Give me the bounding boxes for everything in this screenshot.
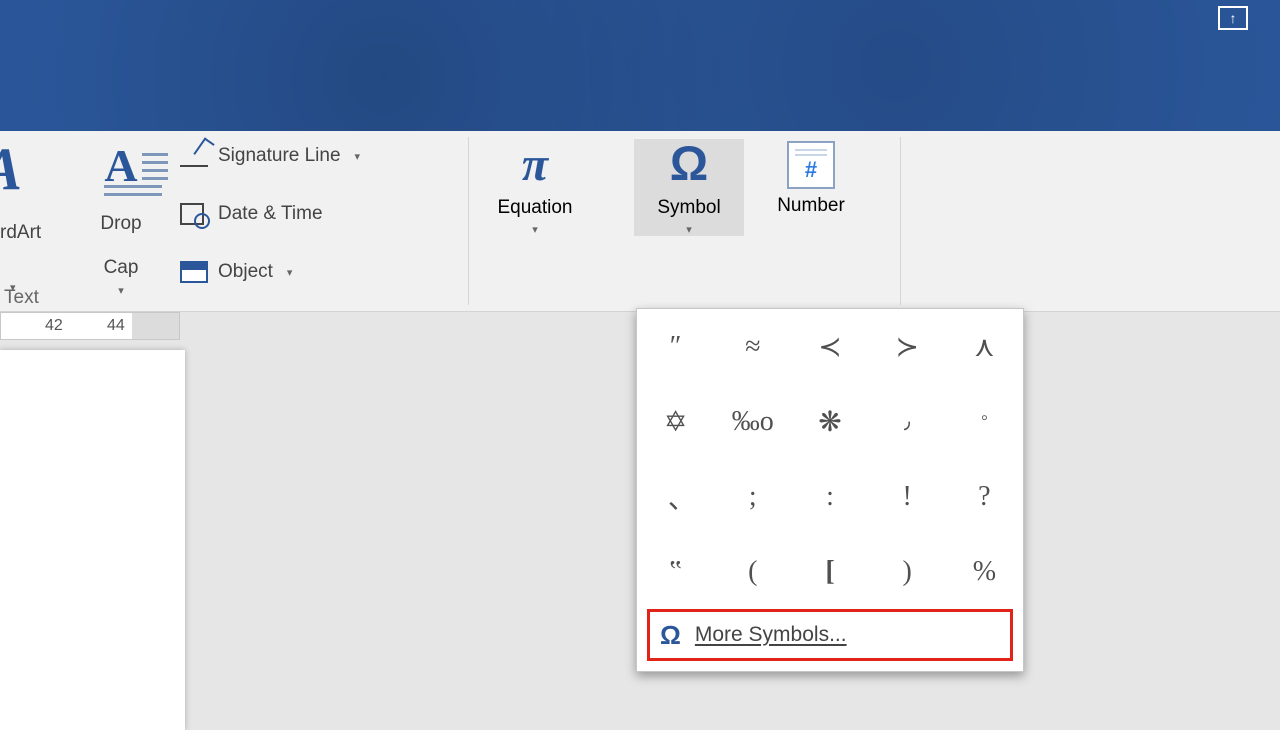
- ruler[interactable]: 42 44: [0, 312, 180, 340]
- symbol-cell[interactable]: ): [869, 534, 946, 609]
- signature-line-button[interactable]: Signature Line ▾: [180, 145, 360, 167]
- symbol-cell[interactable]: ❋: [791, 384, 868, 459]
- symbol-cell[interactable]: ､: [637, 459, 714, 534]
- group-label-text: Text: [4, 287, 39, 309]
- dropdown-caret-icon[interactable]: ▾: [634, 223, 744, 236]
- number-button[interactable]: # Number: [756, 139, 866, 217]
- dropcap-label-1: Drop: [80, 212, 162, 236]
- symbol-cell[interactable]: (: [714, 534, 791, 609]
- wordart-label: rdArt: [0, 222, 41, 243]
- symbol-cell[interactable]: !: [869, 459, 946, 534]
- symbol-dropdown-panel: ″ ≈ ≺ ≻ ⋏ ✡ ‰o ❋ ٫ ° ､ ; : ! ? ‟ ( [ ) %…: [636, 308, 1024, 672]
- symbol-cell[interactable]: ;: [714, 459, 791, 534]
- equation-label: Equation: [480, 197, 590, 219]
- symbol-cell[interactable]: %: [946, 534, 1023, 609]
- dropdown-caret-icon[interactable]: ▾: [287, 266, 293, 279]
- object-button[interactable]: Object ▾: [180, 261, 292, 283]
- more-symbols-label: More Symbols...: [695, 623, 847, 647]
- symbol-cell[interactable]: ≺: [791, 309, 868, 384]
- symbol-cell[interactable]: ≈: [714, 309, 791, 384]
- number-label: Number: [756, 195, 866, 217]
- symbol-cell[interactable]: ⋏: [946, 309, 1023, 384]
- symbol-cell[interactable]: ✡: [637, 384, 714, 459]
- symbol-button[interactable]: Ω Symbol ▾: [634, 139, 744, 236]
- ruler-tick: 42: [45, 317, 63, 335]
- dropcap-button[interactable]: A Drop Cap ▾: [80, 139, 162, 297]
- separator: [900, 137, 901, 305]
- signature-icon: [180, 145, 208, 167]
- symbol-cell[interactable]: ″: [637, 309, 714, 384]
- number-icon: #: [787, 141, 835, 189]
- ribbon: A rdArt ▾ A Drop Cap ▾ Signature Line ▾ …: [0, 131, 1280, 312]
- date-time-button[interactable]: Date & Time: [180, 203, 323, 225]
- dropcap-label-2: Cap: [80, 256, 162, 280]
- datetime-label: Date & Time: [218, 203, 323, 225]
- omega-icon: Ω: [660, 620, 681, 651]
- symbol-cell[interactable]: ?: [946, 459, 1023, 534]
- more-symbols-button[interactable]: Ω More Symbols...: [647, 609, 1013, 661]
- wordart-button[interactable]: rdArt: [0, 221, 41, 245]
- document-page[interactable]: [0, 350, 185, 730]
- signature-label: Signature Line: [218, 145, 341, 167]
- presentation-icon[interactable]: [1218, 6, 1248, 30]
- object-icon: [180, 261, 208, 283]
- symbol-cell[interactable]: ≻: [869, 309, 946, 384]
- symbol-label: Symbol: [634, 197, 744, 219]
- symbol-cell[interactable]: °: [946, 384, 1023, 459]
- symbol-cell[interactable]: [: [791, 534, 868, 609]
- separator: [468, 137, 469, 305]
- ruler-margin: [132, 313, 179, 339]
- symbol-cell[interactable]: ‟: [637, 534, 714, 609]
- symbol-cell[interactable]: :: [791, 459, 868, 534]
- dropcap-icon: A: [104, 139, 137, 192]
- title-banner: [0, 0, 1280, 131]
- ruler-tick: 44: [107, 317, 125, 335]
- symbol-cell[interactable]: ‰o: [714, 384, 791, 459]
- object-label: Object: [218, 261, 273, 283]
- omega-icon: Ω: [634, 139, 744, 191]
- dropdown-caret-icon[interactable]: ▾: [355, 150, 361, 163]
- pi-icon: π: [480, 139, 590, 191]
- equation-button[interactable]: π Equation ▾: [480, 139, 590, 236]
- dropdown-caret-icon[interactable]: ▾: [80, 284, 162, 297]
- symbol-cell[interactable]: ٫: [869, 384, 946, 459]
- symbol-grid: ″ ≈ ≺ ≻ ⋏ ✡ ‰o ❋ ٫ ° ､ ; : ! ? ‟ ( [ ) %: [637, 309, 1023, 609]
- datetime-icon: [180, 203, 208, 225]
- wordart-icon: A: [0, 135, 22, 204]
- dropdown-caret-icon[interactable]: ▾: [480, 223, 590, 236]
